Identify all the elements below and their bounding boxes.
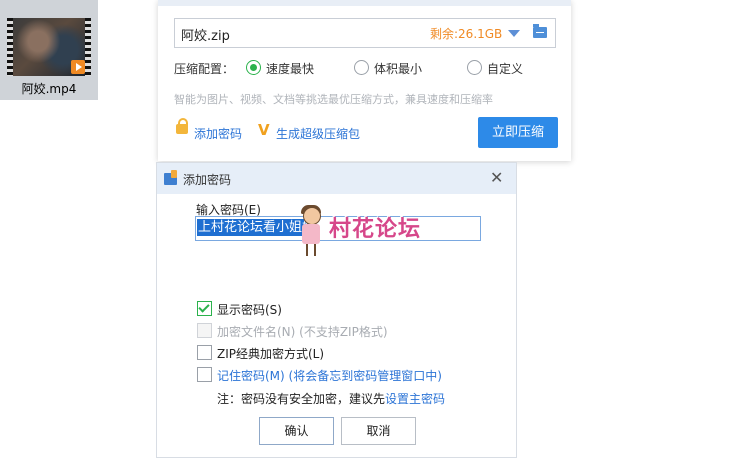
video-thumbnail [7, 18, 91, 76]
watermark-figure [297, 205, 325, 259]
video-file-icon [71, 60, 85, 74]
security-note: 注：密码没有安全加密，建议先设置主密码 [217, 390, 445, 407]
filmstrip-right [85, 18, 91, 76]
show-password-label: 显示密码(S) [217, 303, 282, 317]
show-password-checkbox[interactable] [197, 301, 212, 316]
remaining-space: 剩余:26.1GB [430, 27, 503, 41]
zip-classic-checkbox[interactable] [197, 345, 212, 360]
ok-button[interactable]: 确认 [259, 417, 334, 445]
encrypt-filename-checkbox [197, 323, 212, 338]
radio-custom[interactable] [467, 60, 482, 75]
zip-classic-label: ZIP经典加密方式(L) [217, 347, 325, 361]
chevron-down-icon[interactable] [508, 30, 520, 37]
radio-fastest[interactable] [246, 60, 261, 75]
add-password-dialog: 添加密码 ✕ 输入密码(E) 上村花论坛看小姐姐 村花论坛 显示密码(S) 加密… [156, 162, 517, 458]
super-pack-link[interactable]: 生成超级压缩包 [276, 125, 360, 142]
lock-icon [176, 118, 188, 134]
remember-password-checkbox[interactable] [197, 367, 212, 382]
archive-name[interactable]: 阿姣.zip [181, 25, 230, 44]
remember-password-label: 记住密码(M) (将会备忘到密码管理窗口中) [217, 369, 442, 383]
cancel-button[interactable]: 取消 [341, 417, 416, 445]
option-fastest-label: 速度最快 [266, 62, 315, 76]
set-master-password-link[interactable]: 设置主密码 [385, 392, 445, 406]
close-icon[interactable]: ✕ [490, 169, 503, 187]
compress-panel: 阿姣.zip 剩余:26.1GB 压缩配置： 速度最快 体积最小 自定义 智能为… [158, 0, 571, 161]
encrypt-filename-label: 加密文件名(N) (不支持ZIP格式) [217, 325, 388, 339]
option-smallest-label: 体积最小 [374, 62, 423, 76]
panel-header-strip [158, 0, 571, 6]
app-icon [164, 170, 177, 185]
radio-smallest[interactable] [354, 60, 369, 75]
file-name: 阿姣.mp4 [21, 82, 77, 96]
dialog-title: 添加密码 [183, 173, 232, 187]
option-custom-label: 自定义 [487, 62, 524, 76]
desktop-file-item[interactable]: 阿姣.mp4 [0, 0, 98, 100]
folder-icon[interactable] [533, 24, 547, 38]
security-note-text: 注：密码没有安全加密，建议先 [217, 392, 386, 406]
compress-hint: 智能为图片、视频、文档等挑选最优压缩方式，兼具速度和压缩率 [174, 93, 493, 106]
super-v-icon: V [258, 121, 270, 139]
archive-path-field[interactable]: 阿姣.zip 剩余:26.1GB [174, 18, 556, 48]
config-label: 压缩配置： [174, 62, 235, 76]
compress-now-button[interactable]: 立即压缩 [478, 117, 558, 148]
add-password-link[interactable]: 添加密码 [194, 125, 242, 142]
watermark-text: 村花论坛 [329, 217, 422, 242]
dialog-titlebar[interactable]: 添加密码 ✕ [157, 163, 516, 194]
